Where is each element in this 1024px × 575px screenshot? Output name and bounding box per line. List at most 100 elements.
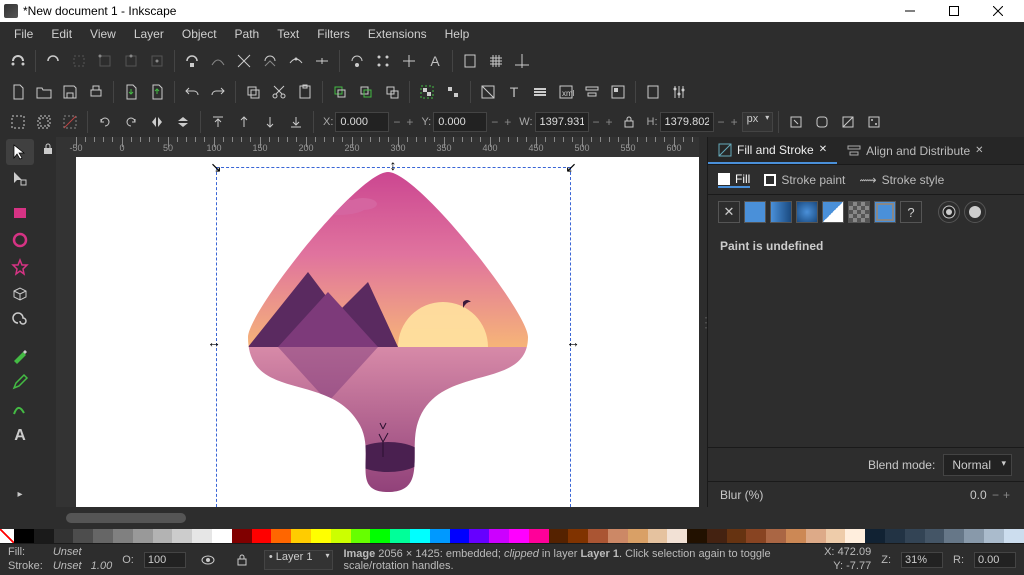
palette-swatch[interactable]	[964, 529, 984, 543]
unknown-paint-icon[interactable]: ?	[900, 201, 922, 223]
palette-swatch[interactable]	[925, 529, 945, 543]
node-tool-icon[interactable]	[6, 166, 34, 192]
palette-swatch[interactable]	[628, 529, 648, 543]
star-tool-icon[interactable]	[6, 254, 34, 280]
redo-icon[interactable]	[206, 80, 230, 104]
snap-line-midpoint-icon[interactable]	[310, 49, 334, 73]
palette-swatch[interactable]	[153, 529, 173, 543]
clone-icon[interactable]	[354, 80, 378, 104]
flip-h-icon[interactable]	[145, 110, 169, 134]
palette-swatch[interactable]	[826, 529, 846, 543]
menu-layer[interactable]: Layer	[125, 24, 173, 44]
palette-swatch[interactable]	[568, 529, 588, 543]
w-plus-icon[interactable]: +	[604, 115, 615, 129]
selector-tool-icon[interactable]	[6, 139, 34, 165]
calligraphy-tool-icon[interactable]	[6, 396, 34, 422]
snap-rotation-center-icon[interactable]	[397, 49, 421, 73]
menu-help[interactable]: Help	[436, 24, 479, 44]
menu-edit[interactable]: Edit	[42, 24, 81, 44]
palette-swatch[interactable]	[93, 529, 113, 543]
spiral-tool-icon[interactable]	[6, 308, 34, 334]
linear-gradient-icon[interactable]	[770, 201, 792, 223]
snap-bbox-center-icon[interactable]	[145, 49, 169, 73]
snap-cusp-icon[interactable]	[258, 49, 282, 73]
palette-swatch[interactable]	[410, 529, 430, 543]
palette-swatch[interactable]	[746, 529, 766, 543]
status-stroke-width[interactable]: 1.00	[91, 560, 112, 572]
y-plus-icon[interactable]: +	[502, 115, 513, 129]
fill-stroke-dialog-icon[interactable]	[476, 80, 500, 104]
palette-swatch[interactable]	[14, 529, 34, 543]
transform-gradient-icon[interactable]	[836, 110, 860, 134]
palette-swatch[interactable]	[172, 529, 192, 543]
select-all-layers-icon[interactable]	[32, 110, 56, 134]
palette-swatch[interactable]	[786, 529, 806, 543]
undo-icon[interactable]	[180, 80, 204, 104]
radial-gradient-icon[interactable]	[796, 201, 818, 223]
w-input[interactable]	[535, 112, 589, 132]
palette-swatch[interactable]	[845, 529, 865, 543]
snap-bbox-icon[interactable]	[41, 49, 65, 73]
pen-tool-icon[interactable]	[6, 342, 34, 368]
paste-icon[interactable]	[293, 80, 317, 104]
layer-lock-icon[interactable]	[230, 548, 254, 572]
y-input[interactable]	[433, 112, 487, 132]
palette-swatch[interactable]	[291, 529, 311, 543]
palette-swatch[interactable]	[608, 529, 628, 543]
export-icon[interactable]	[145, 80, 169, 104]
cut-icon[interactable]	[267, 80, 291, 104]
maximize-button[interactable]	[932, 0, 976, 22]
x-plus-icon[interactable]: +	[404, 115, 415, 129]
no-paint-icon[interactable]: ✕	[718, 201, 740, 223]
lower-bottom-icon[interactable]	[284, 110, 308, 134]
palette-swatch[interactable]	[430, 529, 450, 543]
layer-select[interactable]: • Layer 1	[264, 550, 334, 570]
handle-e[interactable]: ↔	[568, 337, 578, 347]
palette-swatch[interactable]	[865, 529, 885, 543]
h-input[interactable]	[660, 112, 714, 132]
selectors-dialog-icon[interactable]	[606, 80, 630, 104]
ellipse-tool-icon[interactable]	[6, 227, 34, 253]
w-minus-icon[interactable]: −	[591, 115, 602, 129]
snap-grid-icon[interactable]	[484, 49, 508, 73]
transform-corners-icon[interactable]	[810, 110, 834, 134]
artwork-image[interactable]	[218, 162, 558, 502]
text-dialog-icon[interactable]: T	[502, 80, 526, 104]
palette-swatch[interactable]	[133, 529, 153, 543]
menu-text[interactable]: Text	[268, 24, 308, 44]
palette-swatch[interactable]	[450, 529, 470, 543]
palette-swatch[interactable]	[489, 529, 509, 543]
h-scrollbar[interactable]	[0, 507, 1024, 529]
palette-swatch[interactable]	[311, 529, 331, 543]
menu-view[interactable]: View	[81, 24, 125, 44]
snap-bbox-edge-icon[interactable]	[67, 49, 91, 73]
palette-swatch[interactable]	[648, 529, 668, 543]
canvas[interactable]: ↘ ↕ ↙ ↔ ↔ ↗ ↕ ↖	[76, 157, 699, 507]
palette-swatch[interactable]	[212, 529, 232, 543]
y-minus-icon[interactable]: −	[489, 115, 500, 129]
more-tools-icon[interactable]: ▸	[6, 481, 34, 507]
close-tab2-icon[interactable]: ✕	[975, 145, 983, 156]
opacity-input[interactable]	[144, 552, 186, 568]
palette-swatch[interactable]	[331, 529, 351, 543]
close-button[interactable]	[976, 0, 1020, 22]
status-stroke-value[interactable]: Unset	[53, 560, 82, 572]
snap-guide-icon[interactable]	[510, 49, 534, 73]
swatch-icon[interactable]	[874, 201, 896, 223]
h-minus-icon[interactable]: −	[716, 115, 727, 129]
horizontal-ruler[interactable]: -500501001502002503003504004505005506006…	[56, 137, 699, 157]
transform-pattern-icon[interactable]	[862, 110, 886, 134]
palette-swatch[interactable]	[529, 529, 549, 543]
transform-stroke-icon[interactable]	[784, 110, 808, 134]
group-icon[interactable]	[415, 80, 439, 104]
deselect-icon[interactable]	[58, 110, 82, 134]
snap-other-icon[interactable]	[345, 49, 369, 73]
palette-swatch[interactable]	[113, 529, 133, 543]
snap-page-border-icon[interactable]	[458, 49, 482, 73]
xml-dialog-icon[interactable]: xml	[554, 80, 578, 104]
h-scroll-thumb[interactable]	[66, 513, 186, 523]
palette-none-icon[interactable]	[0, 529, 14, 543]
palette-swatch[interactable]	[905, 529, 925, 543]
3dbox-tool-icon[interactable]	[6, 281, 34, 307]
palette-swatch[interactable]	[370, 529, 390, 543]
